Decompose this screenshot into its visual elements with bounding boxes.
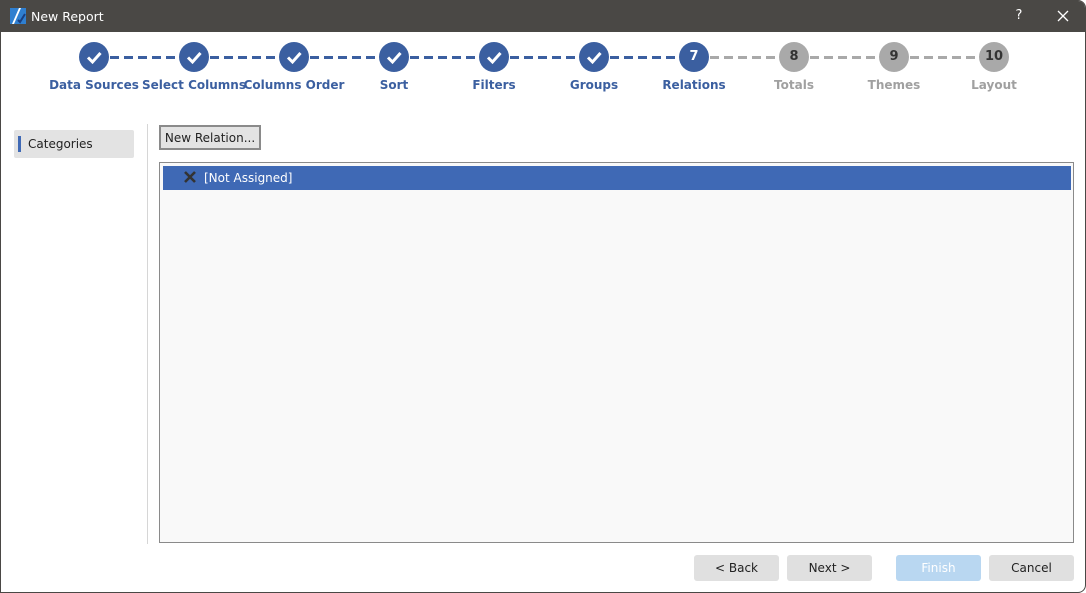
step-connector <box>724 56 733 59</box>
check-icon <box>586 52 602 65</box>
list-item-label: [Not Assigned] <box>204 171 293 185</box>
step-connector <box>124 56 133 59</box>
step-connector <box>538 56 547 59</box>
step-connector <box>838 56 847 59</box>
step-connector <box>566 56 575 59</box>
step-connector <box>966 56 975 59</box>
step-connector <box>524 56 533 59</box>
step-4-indicator <box>379 42 409 72</box>
app-logo-icon <box>10 8 26 24</box>
step-connector <box>710 56 719 59</box>
list-item[interactable]: [Not Assigned] <box>163 166 1071 190</box>
step-number: 9 <box>889 49 899 64</box>
step-connector <box>366 56 375 59</box>
new-report-dialog: New Report ? Data Sources Select Columns C… <box>0 0 1086 593</box>
step-9-indicator: 9 <box>879 42 909 72</box>
step-8-indicator: 8 <box>779 42 809 72</box>
finish-button: Finish <box>896 555 981 581</box>
step-connector <box>952 56 961 59</box>
step-5-indicator <box>479 42 509 72</box>
new-relation-button[interactable]: New Relation... <box>159 125 261 150</box>
step-10-label: Layout <box>971 78 1017 92</box>
step-number: 10 <box>984 49 1004 64</box>
step-connector <box>310 56 319 59</box>
x-icon[interactable] <box>183 170 197 184</box>
step-10-indicator: 10 <box>979 42 1009 72</box>
next-button[interactable]: Next > <box>787 555 872 581</box>
wizard-steps: Data Sources Select Columns Columns Order S… <box>1 32 1085 102</box>
step-connector <box>238 56 247 59</box>
step-7-indicator: 7 <box>679 42 709 72</box>
step-connector <box>666 56 675 59</box>
step-number: 7 <box>689 49 699 64</box>
step-connector <box>824 56 833 59</box>
relations-list: [Not Assigned] <box>159 162 1074 543</box>
check-icon <box>486 52 502 65</box>
step-connector <box>466 56 475 59</box>
step-connector <box>338 56 347 59</box>
sidebar-item-categories[interactable]: Categories <box>14 130 134 158</box>
divider <box>147 124 148 544</box>
step-connector <box>510 56 519 59</box>
step-connector <box>738 56 747 59</box>
step-connector <box>624 56 633 59</box>
step-number: 8 <box>789 49 799 64</box>
step-connector <box>852 56 861 59</box>
step-2-indicator <box>179 42 209 72</box>
step-connector <box>552 56 561 59</box>
title-bar: New Report ? <box>1 1 1085 32</box>
step-connector <box>152 56 161 59</box>
check-icon <box>386 52 402 65</box>
help-button[interactable]: ? <box>1009 6 1029 26</box>
step-connector <box>424 56 433 59</box>
step-connector <box>938 56 947 59</box>
step-connector <box>224 56 233 59</box>
step-connector <box>452 56 461 59</box>
step-connector <box>924 56 933 59</box>
step-connector <box>438 56 447 59</box>
step-connector <box>138 56 147 59</box>
step-connector <box>166 56 175 59</box>
step-connector <box>210 56 219 59</box>
close-icon[interactable] <box>1051 6 1075 26</box>
check-icon <box>286 52 302 65</box>
step-connector <box>910 56 919 59</box>
step-connector <box>324 56 333 59</box>
window-title: New Report <box>31 9 104 24</box>
check-icon <box>186 52 202 65</box>
step-connector <box>652 56 661 59</box>
step-connector <box>266 56 275 59</box>
step-connector <box>752 56 761 59</box>
step-connector <box>866 56 875 59</box>
step-connector <box>610 56 619 59</box>
step-connector <box>410 56 419 59</box>
check-icon <box>86 52 102 65</box>
step-connector <box>766 56 775 59</box>
selection-indicator <box>18 136 21 152</box>
back-button[interactable]: < Back <box>694 555 779 581</box>
step-1-indicator <box>79 42 109 72</box>
step-3-indicator <box>279 42 309 72</box>
cancel-button[interactable]: Cancel <box>989 555 1074 581</box>
step-connector <box>638 56 647 59</box>
step-connector <box>352 56 361 59</box>
step-connector <box>110 56 119 59</box>
step-connector <box>810 56 819 59</box>
sidebar-item-label: Categories <box>28 137 93 151</box>
step-6-indicator <box>579 42 609 72</box>
step-connector <box>252 56 261 59</box>
